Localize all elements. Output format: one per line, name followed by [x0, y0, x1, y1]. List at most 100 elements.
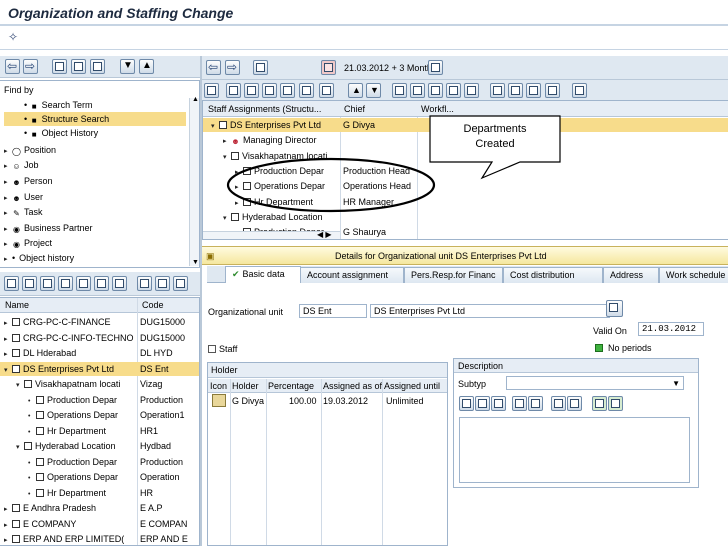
back-icon[interactable]: [206, 60, 221, 75]
tree-row[interactable]: ▸ CRG-PC-C-FINANCE DUG15000: [0, 315, 199, 329]
select-icon[interactable]: [410, 83, 425, 98]
cut-icon[interactable]: [459, 396, 474, 411]
valid-on-field[interactable]: 21.03.2012: [638, 322, 704, 336]
find-business-partner[interactable]: ▸ ◉ Business Partner: [4, 221, 186, 235]
new-icon[interactable]: [226, 83, 241, 98]
find-icon[interactable]: [392, 83, 407, 98]
tree-row[interactable]: • Production Depar Production: [0, 455, 199, 469]
reassign-icon[interactable]: [280, 83, 295, 98]
forward-icon[interactable]: [225, 60, 240, 75]
title-bar: Organization and Staffing Change: [0, 0, 728, 26]
subtyp-select[interactable]: ▼: [506, 376, 684, 390]
holder-row[interactable]: G Divya 100.00 19.03.2012 Unlimited: [208, 394, 447, 408]
column-icon[interactable]: [173, 276, 188, 291]
find-icon[interactable]: [551, 396, 566, 411]
tree-row[interactable]: ▸ DL Hderabad DL HYD: [0, 346, 199, 360]
description-textarea[interactable]: [459, 417, 690, 483]
highlight-ellipse: [226, 157, 436, 213]
structure-search-item[interactable]: • ■ Structure Search: [4, 112, 186, 126]
find-next-icon[interactable]: [40, 276, 55, 291]
expand-icon[interactable]: ▼: [120, 59, 135, 74]
tree-row[interactable]: ▾ Hyderabad Location Hydbad: [0, 439, 199, 453]
assign-icon[interactable]: [262, 83, 277, 98]
copy-icon[interactable]: [475, 396, 490, 411]
tree-row[interactable]: ▸ CRG-PC-C-INFO-TECHNO DUG15000: [0, 331, 199, 345]
tree-row[interactable]: • Operations Depar Operation1: [0, 408, 199, 422]
print-icon[interactable]: [58, 276, 73, 291]
export-icon[interactable]: [464, 83, 479, 98]
search-term-item[interactable]: • ■ Search Term: [4, 98, 186, 112]
find-task[interactable]: ▸ ✎ Task: [4, 205, 186, 219]
create-icon[interactable]: [204, 83, 219, 98]
org-unit-short-field[interactable]: DS Ent: [299, 304, 367, 318]
forward-icon[interactable]: [23, 59, 38, 74]
find-job[interactable]: ▸ ☺ Job: [4, 158, 186, 172]
find-project[interactable]: ▸ ◉ Project: [4, 236, 186, 250]
tree-row[interactable]: ▸ E Andhra Pradesh E A.P: [0, 501, 199, 515]
tree-row[interactable]: • Hr Department HR: [0, 486, 199, 500]
org-unit-long-field[interactable]: DS Enterprises Pvt Ltd: [370, 304, 610, 318]
structure-icon[interactable]: [606, 300, 623, 317]
tab-address[interactable]: Address: [603, 267, 659, 283]
tree-row[interactable]: ▾ DS Enterprises Pvt Ltd DS Ent: [0, 361, 199, 376]
tree-row[interactable]: • Hr Department HR1: [0, 424, 199, 438]
copy-icon[interactable]: [52, 59, 67, 74]
move-up-icon[interactable]: ▲: [348, 83, 363, 98]
calendar-icon[interactable]: [321, 60, 336, 75]
panel-splitter[interactable]: [200, 56, 202, 546]
org-unit-icon: [36, 457, 44, 466]
find-icon[interactable]: [22, 276, 37, 291]
wand-icon[interactable]: ✧: [8, 30, 18, 44]
tree-row[interactable]: ▾ Visakhapatnam locati Vizag: [0, 377, 199, 391]
upload-icon[interactable]: [592, 396, 607, 411]
columns-icon[interactable]: [545, 83, 560, 98]
move-down-icon[interactable]: ▼: [366, 83, 381, 98]
tree-row[interactable]: • Production Depar Production: [0, 393, 199, 407]
print-icon[interactable]: [446, 83, 461, 98]
structure-icon[interactable]: [490, 83, 505, 98]
select-icon[interactable]: [4, 276, 19, 291]
find-next-icon[interactable]: [567, 396, 582, 411]
back-icon[interactable]: [5, 59, 20, 74]
graphic-icon[interactable]: [508, 83, 523, 98]
org-unit-icon[interactable]: [112, 276, 127, 291]
table-icon[interactable]: [155, 276, 170, 291]
tab-pers-resp[interactable]: Pers.Resp.for Financ: [404, 267, 503, 283]
print-icon[interactable]: [90, 59, 105, 74]
find-person[interactable]: ▸ ☻ Person: [4, 174, 186, 188]
layout-icon[interactable]: [76, 276, 91, 291]
download-icon[interactable]: [608, 396, 623, 411]
save-icon[interactable]: [428, 60, 443, 75]
refresh-icon[interactable]: [94, 276, 109, 291]
tree-row[interactable]: ▸ ERP AND ERP LIMITED(ERP AND E: [0, 532, 199, 545]
hierarchy-icon[interactable]: [137, 276, 152, 291]
copy-icon[interactable]: [244, 83, 259, 98]
paste-icon[interactable]: [71, 59, 86, 74]
edit-icon[interactable]: [299, 83, 314, 98]
staff-checkbox[interactable]: [208, 345, 216, 353]
undo-icon[interactable]: [512, 396, 527, 411]
settings-icon[interactable]: [526, 83, 541, 98]
org-unit-icon: [12, 364, 20, 373]
find-object-history[interactable]: ▸ • Object history: [4, 251, 186, 265]
find-by-scrollbar[interactable]: ▲ ▼: [189, 96, 199, 266]
tree-row[interactable]: ▸ E COMPANY E COMPAN: [0, 517, 199, 531]
project-icon: ◉: [13, 240, 20, 249]
find-position[interactable]: ▸ ◯ Position: [4, 143, 186, 157]
table-icon[interactable]: [572, 83, 587, 98]
tab-basic-data[interactable]: ✔ Basic data: [225, 266, 301, 283]
tab-cost-distribution[interactable]: Cost distribution: [503, 267, 603, 283]
grid-hscroll[interactable]: ◀ ▶: [203, 230, 340, 239]
find-user[interactable]: ▸ ☻ User: [4, 190, 186, 204]
redo-icon[interactable]: [528, 396, 543, 411]
paste-icon[interactable]: [491, 396, 506, 411]
tree-row[interactable]: • Operations Depar Operation: [0, 470, 199, 484]
delete-icon[interactable]: [319, 83, 334, 98]
filter-icon[interactable]: [428, 83, 443, 98]
org-tree: Name Code ▸ CRG-PC-C-FINANCE DUG15000 ▸ CRG-…: [0, 297, 200, 546]
tab-work-schedule[interactable]: Work schedule: [659, 267, 728, 283]
collapse-icon[interactable]: ▲: [139, 59, 154, 74]
tab-account-assignment[interactable]: Account assignment: [300, 267, 404, 283]
object-history-item[interactable]: • ■ Object History: [4, 126, 186, 140]
overview-icon[interactable]: [253, 60, 268, 75]
